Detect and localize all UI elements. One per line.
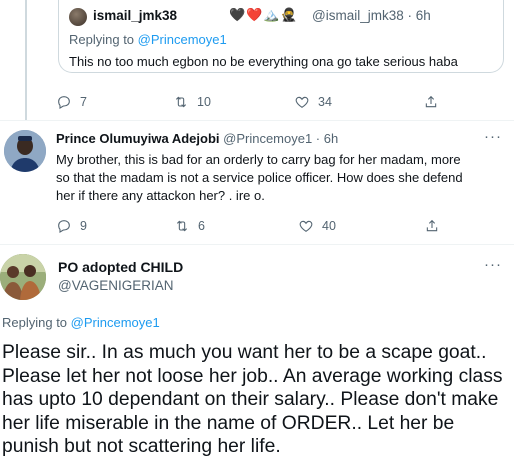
replying-prefix: Replying to bbox=[2, 315, 71, 330]
reply-icon bbox=[58, 220, 70, 233]
avatar[interactable] bbox=[0, 254, 46, 300]
reply-count: 7 bbox=[80, 95, 87, 109]
tweet-author-handle[interactable]: @Princemoye1 · 6h bbox=[223, 131, 338, 146]
avatar-image bbox=[0, 254, 46, 300]
replying-to-line: Replying to @Princemoye1 bbox=[69, 32, 227, 47]
like-button[interactable]: 40 bbox=[298, 218, 336, 234]
tweet-author-handle[interactable]: @VAGENIGERIAN bbox=[58, 278, 173, 293]
reply-icon bbox=[58, 96, 70, 109]
replying-to-link[interactable]: @Princemoye1 bbox=[138, 32, 227, 47]
like-button[interactable]: 34 bbox=[294, 94, 332, 110]
tweet-author-line: Prince Olumuyiwa Adejobi @Princemoye1 · … bbox=[56, 131, 338, 146]
reply-button[interactable]: 7 bbox=[56, 94, 87, 110]
share-icon bbox=[425, 95, 437, 108]
tweet-author-name[interactable]: PO adopted CHILD bbox=[58, 259, 183, 275]
like-count: 34 bbox=[318, 95, 332, 109]
more-icon[interactable]: ··· bbox=[484, 256, 502, 273]
retweet-icon bbox=[176, 220, 188, 232]
replying-to-link[interactable]: @Princemoye1 bbox=[71, 315, 160, 330]
share-button[interactable] bbox=[424, 218, 440, 234]
tweet-text: Please sir.. In as much you want her to … bbox=[2, 342, 503, 458]
action-bar: 9 6 40 bbox=[56, 218, 446, 238]
replying-prefix: Replying to bbox=[69, 32, 138, 47]
tweet-text: My brother, this is bad for an orderly t… bbox=[56, 152, 463, 203]
avatar[interactable] bbox=[4, 130, 46, 172]
quoted-author-handle[interactable]: @ismail_jmk38 · 6h bbox=[312, 8, 431, 23]
divider bbox=[0, 120, 514, 121]
retweet-icon bbox=[175, 96, 187, 108]
action-bar: 7 10 34 bbox=[56, 94, 446, 114]
avatar[interactable] bbox=[69, 8, 87, 26]
quoted-author-name[interactable]: ismail_jmk38 bbox=[93, 8, 177, 23]
quoted-reply-card[interactable]: ismail_jmk38 🖤❤️🏔️🥷 @ismail_jmk38 · 6h R… bbox=[58, 0, 504, 73]
retweet-button[interactable]: 6 bbox=[174, 218, 205, 234]
like-icon bbox=[299, 220, 313, 232]
avatar-image bbox=[4, 130, 46, 172]
tweet-author-name[interactable]: Prince Olumuyiwa Adejobi bbox=[56, 131, 220, 146]
retweet-count: 10 bbox=[197, 95, 211, 109]
quoted-author-emoji: 🖤❤️🏔️🥷 bbox=[229, 7, 298, 22]
replying-to-line: Replying to @Princemoye1 bbox=[2, 315, 160, 330]
like-count: 40 bbox=[322, 219, 336, 233]
retweet-count: 6 bbox=[198, 219, 205, 233]
reply-count: 9 bbox=[80, 219, 87, 233]
quoted-reply-text: This no too much egbon no be everything … bbox=[69, 54, 458, 69]
thread-line-top bbox=[25, 0, 27, 120]
divider bbox=[0, 244, 514, 245]
reply-button[interactable]: 9 bbox=[56, 218, 87, 234]
retweet-button[interactable]: 10 bbox=[173, 94, 211, 110]
share-button[interactable] bbox=[423, 94, 439, 110]
share-icon bbox=[426, 219, 438, 232]
like-icon bbox=[295, 96, 309, 108]
more-icon[interactable]: ··· bbox=[484, 128, 502, 145]
